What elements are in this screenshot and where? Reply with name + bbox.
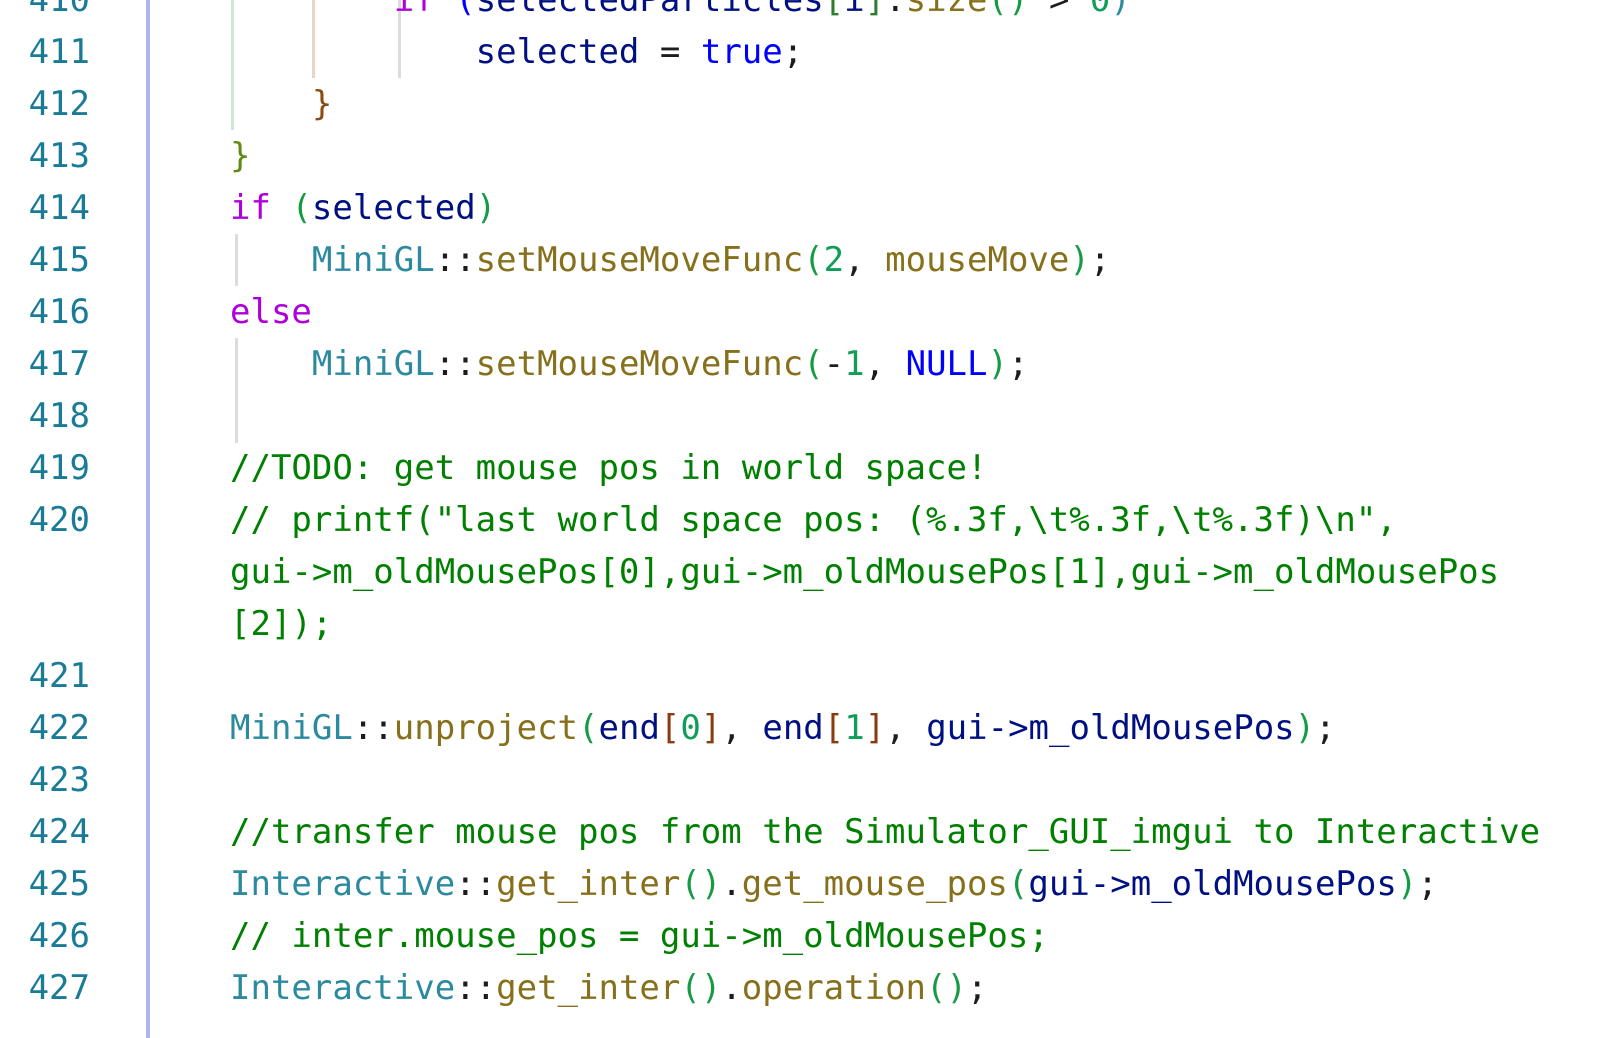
code-line-417[interactable]: MiniGL::setMouseMoveFunc(-1, NULL);	[230, 338, 1029, 390]
line-number: 417	[28, 344, 90, 384]
code-line-426[interactable]: // inter.mouse_pos = gui->m_oldMousePos;	[230, 910, 1049, 962]
code-line-416[interactable]: else	[230, 286, 312, 338]
line-number: 412	[28, 84, 90, 124]
code-line-420-row1[interactable]: // printf("last world space pos: (%.3f,\…	[230, 494, 1397, 546]
code-editor[interactable]: 410 411 412 413 414 415 416 417 418 419 …	[0, 0, 1614, 1038]
gutter-separator	[146, 0, 150, 1038]
line-number: 422	[28, 708, 90, 748]
code-line-420-row3[interactable]: [2]);	[230, 598, 332, 650]
code-line-412[interactable]: }	[230, 78, 332, 130]
line-number: 425	[28, 864, 90, 904]
line-number: 426	[28, 916, 90, 956]
code-line-420-row2[interactable]: gui->m_oldMousePos[0],gui->m_oldMousePos…	[230, 546, 1499, 598]
line-number: 413	[28, 136, 90, 176]
code-line-411[interactable]: selected = true;	[230, 26, 804, 78]
code-line-419[interactable]: //TODO: get mouse pos in world space!	[230, 442, 987, 494]
code-line-425[interactable]: Interactive::get_inter().get_mouse_pos(g…	[230, 858, 1438, 910]
line-number: 415	[28, 240, 90, 280]
line-number-gutter: 410 411 412 413 414 415 416 417 418 419 …	[0, 0, 148, 1038]
line-number: 423	[28, 760, 90, 800]
code-line-422[interactable]: MiniGL::unproject(end[0], end[1], gui->m…	[230, 702, 1336, 754]
line-number: 410	[28, 0, 90, 20]
code-line-414[interactable]: if (selected)	[230, 182, 496, 234]
line-number: 414	[28, 188, 90, 228]
code-content[interactable]: if (selectedParticles[i].size() > 0) sel…	[230, 0, 1614, 1038]
line-number: 416	[28, 292, 90, 332]
line-number: 420	[28, 500, 90, 540]
line-number: 419	[28, 448, 90, 488]
line-number: 411	[28, 32, 90, 72]
code-line-413[interactable]: }	[230, 130, 250, 182]
line-number: 418	[28, 396, 90, 436]
code-line-427[interactable]: Interactive::get_inter().operation();	[230, 962, 987, 1014]
line-number: 421	[28, 656, 90, 696]
line-number: 424	[28, 812, 90, 852]
code-line-424[interactable]: //transfer mouse pos from the Simulator_…	[230, 806, 1540, 858]
line-number: 427	[28, 968, 90, 1008]
code-line-410[interactable]: if (selectedParticles[i].size() > 0)	[230, 0, 1131, 26]
code-line-415[interactable]: MiniGL::setMouseMoveFunc(2, mouseMove);	[230, 234, 1110, 286]
